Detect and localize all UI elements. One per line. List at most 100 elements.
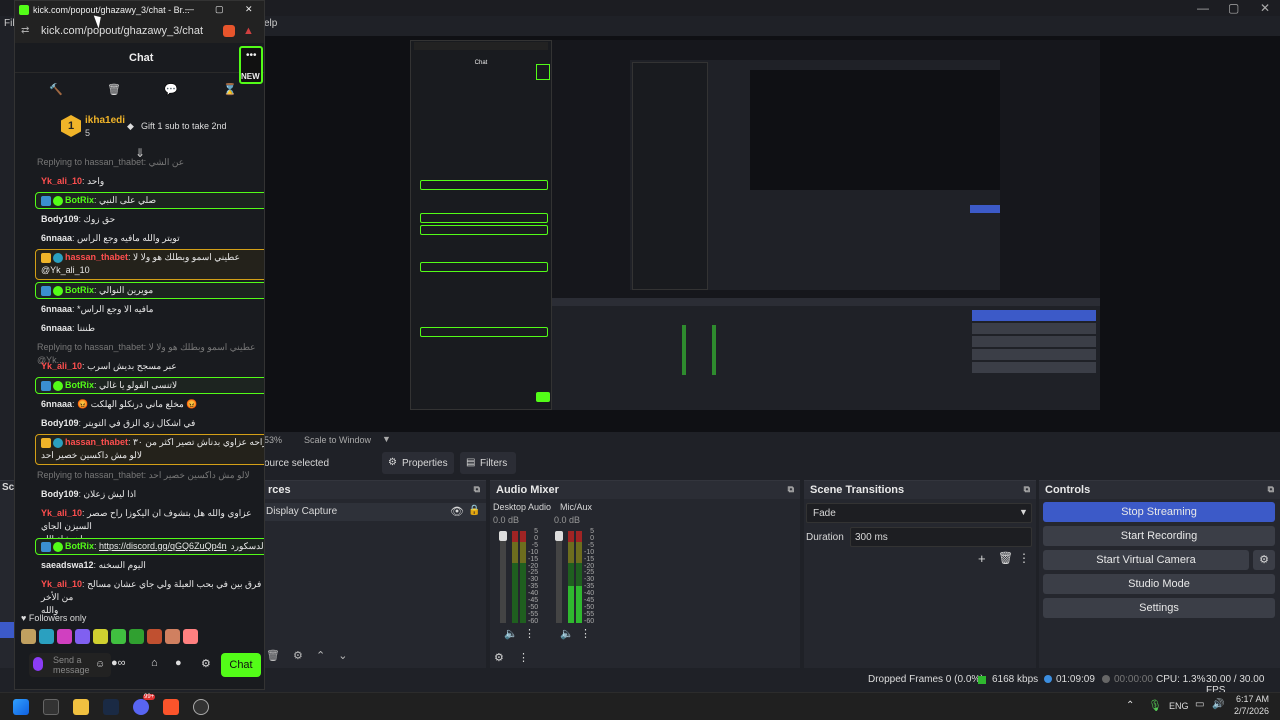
trash-icon[interactable]: 🗑	[998, 551, 1013, 565]
hourglass-icon[interactable]: ⌛	[223, 83, 237, 96]
username[interactable]: BotRix	[65, 285, 94, 295]
remove-source-icon[interactable]: 🗑	[266, 650, 280, 662]
message-link[interactable]: https://discord.gg/qGQ6ZuQp4n	[99, 541, 227, 551]
emote-icon[interactable]	[129, 629, 144, 644]
username[interactable]: Yk_ali_10	[41, 579, 82, 589]
speech-bubble-icon[interactable]: 💬	[164, 83, 178, 96]
obs-icon[interactable]	[193, 699, 209, 715]
username[interactable]: Body109	[41, 418, 79, 428]
emoji-icon[interactable]: ☺	[95, 659, 105, 670]
trash-icon[interactable]: 🗑	[107, 83, 121, 96]
advanced-audio-icon[interactable]: ⚙	[494, 651, 504, 664]
more-options-icon[interactable]: ⋮	[580, 627, 591, 640]
scale-mode[interactable]: Scale to Window	[304, 435, 371, 445]
address-bar[interactable]: ⇄ kick.com/popout/ghazawy_3/chat ▲	[15, 21, 264, 43]
close-icon[interactable]: ✕	[1260, 1, 1270, 15]
username[interactable]: Body109	[41, 489, 79, 499]
speaker-icon[interactable]: 🔈	[560, 627, 574, 640]
stop-streaming-button[interactable]: Stop Streaming	[1043, 502, 1275, 522]
send-chat-button[interactable]: Chat	[221, 653, 261, 677]
emote-icon[interactable]	[111, 629, 126, 644]
minimize-icon[interactable]: —	[1197, 1, 1209, 15]
transition-select[interactable]: Fade ▼	[806, 503, 1032, 523]
emote-icon[interactable]	[39, 629, 54, 644]
source-settings-icon[interactable]: ⚙	[293, 650, 303, 662]
mic-volume-slider[interactable]	[556, 531, 562, 623]
brave-icon[interactable]	[163, 699, 179, 715]
username[interactable]: 6nnaaa	[41, 304, 72, 314]
username[interactable]: 6nnaaa	[41, 323, 72, 333]
undock-icon[interactable]: ⧉	[1268, 484, 1274, 495]
emote-icon[interactable]	[165, 629, 180, 644]
more-options-icon[interactable]: ⋮	[524, 627, 535, 640]
desktop-volume-slider[interactable]	[500, 531, 506, 623]
steam-icon[interactable]	[103, 699, 119, 715]
zoom-level[interactable]: 53%	[264, 435, 282, 445]
start-virtual-camera-button[interactable]: Start Virtual Camera	[1043, 550, 1249, 570]
move-up-icon[interactable]: ⌃	[316, 650, 325, 662]
emote-icon[interactable]	[57, 629, 72, 644]
chat-menu-button[interactable]: ••• NEW	[239, 46, 263, 84]
emote-icon[interactable]	[21, 629, 36, 644]
brave-shield-icon[interactable]	[223, 25, 235, 37]
chevron-down-icon[interactable]: ▼	[382, 434, 391, 444]
username[interactable]: saeadswa12	[41, 560, 94, 570]
duration-input[interactable]: 300 ms	[850, 527, 1032, 547]
desktop-volume-handle[interactable]	[499, 531, 507, 541]
microphone-icon[interactable]: 🎙	[1148, 699, 1162, 712]
scene-selected[interactable]	[0, 622, 14, 638]
lock-icon[interactable]: 🔒	[468, 505, 480, 516]
emote-icon[interactable]	[183, 629, 198, 644]
username[interactable]: hassan_thabet	[65, 252, 128, 262]
add-icon[interactable]: +	[978, 551, 986, 566]
eye-icon[interactable]: 👁	[450, 505, 464, 518]
windows-start-icon[interactable]	[13, 699, 29, 715]
gift-text[interactable]: Gift 1 sub to take 2nd	[141, 121, 227, 131]
speaker-icon[interactable]: 🔈	[504, 627, 518, 640]
username[interactable]: Yk_ali_10	[41, 508, 82, 518]
close-icon[interactable]: ✕	[245, 4, 253, 15]
username[interactable]: Yk_ali_10	[41, 176, 82, 186]
emote-icon[interactable]	[75, 629, 90, 644]
rewards-icon[interactable]: ▲	[243, 25, 254, 37]
message-input[interactable]: Send a message ☺	[29, 653, 111, 677]
username[interactable]: 6nnaaa	[41, 233, 72, 243]
username[interactable]: Yk_ali_10	[41, 361, 82, 371]
maximize-icon[interactable]: ▢	[215, 4, 224, 15]
username[interactable]: hassan_thabet	[65, 437, 128, 447]
chevron-up-icon[interactable]: ⌃	[1126, 700, 1134, 711]
undock-icon[interactable]: ⧉	[788, 484, 794, 495]
store-icon[interactable]	[43, 699, 59, 715]
emote-icon[interactable]	[147, 629, 162, 644]
minimize-icon[interactable]: —	[185, 4, 194, 14]
settings-icon[interactable]: ⚙	[201, 657, 211, 670]
username[interactable]: BotRix	[65, 195, 94, 205]
username[interactable]: BotRix	[65, 380, 94, 390]
properties-button[interactable]: ⚙ Properties	[382, 452, 454, 474]
virtual-camera-settings-icon[interactable]: ⚙	[1253, 550, 1275, 570]
username[interactable]: 6nnaaa	[41, 399, 72, 409]
network-icon[interactable]: ▭	[1195, 699, 1204, 710]
site-info-icon[interactable]: ⇄	[21, 25, 29, 36]
move-down-icon[interactable]: ⌄	[338, 650, 347, 662]
undock-icon[interactable]: ⧉	[1024, 484, 1030, 495]
settings-button[interactable]: Settings	[1043, 598, 1275, 618]
emote-icon[interactable]	[93, 629, 108, 644]
filters-button[interactable]: ▤ Filters	[460, 452, 516, 474]
start-recording-button[interactable]: Start Recording	[1043, 526, 1275, 546]
username[interactable]: Body109	[41, 214, 79, 224]
bits-icon[interactable]: ●∞	[111, 657, 126, 669]
volume-icon[interactable]: 🔊	[1212, 699, 1224, 710]
chat-bubble-icon[interactable]: ●	[175, 657, 182, 669]
menu-help[interactable]: elp	[264, 18, 277, 29]
studio-mode-button[interactable]: Studio Mode	[1043, 574, 1275, 594]
language-indicator[interactable]: ENG	[1169, 701, 1189, 711]
username[interactable]: BotRix	[65, 541, 94, 551]
clock-time[interactable]: 6:17 AM	[1236, 694, 1269, 704]
discord-icon[interactable]	[133, 699, 149, 715]
source-item[interactable]: Display Capture 👁 🔒	[262, 503, 486, 521]
mic-volume-handle[interactable]	[555, 531, 563, 541]
top-gifter-name[interactable]: ikha1edi	[85, 115, 125, 126]
more-options-icon[interactable]: ⋮	[518, 651, 529, 664]
hammer-icon[interactable]: 🔨	[49, 83, 63, 96]
